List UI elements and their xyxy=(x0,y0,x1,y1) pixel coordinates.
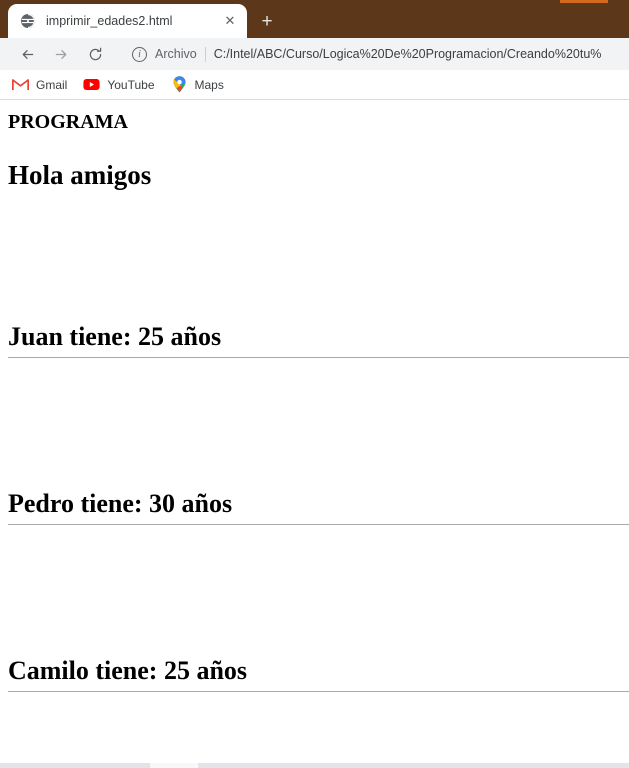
greeting-heading: Hola amigos xyxy=(8,160,152,190)
close-icon[interactable]: ✕ xyxy=(221,12,239,30)
address-bar[interactable]: i Archivo C:/Intel/ABC/Curso/Logica%20De… xyxy=(122,42,617,66)
browser-toolbar: i Archivo C:/Intel/ABC/Curso/Logica%20De… xyxy=(0,38,629,70)
bookmark-gmail[interactable]: Gmail xyxy=(10,74,75,96)
gmail-icon xyxy=(12,76,29,93)
reload-icon[interactable] xyxy=(82,41,108,67)
browser-tab[interactable]: imprimir_edades2.html ✕ xyxy=(8,4,247,38)
bookmark-maps[interactable]: Maps xyxy=(169,74,232,96)
page-content: PROGRAMA Hola amigos Juan tiene: 25 años… xyxy=(0,100,629,755)
url-text: C:/Intel/ABC/Curso/Logica%20De%20Program… xyxy=(213,47,602,61)
bookmark-label: YouTube xyxy=(107,77,155,92)
age-entry: Juan tiene: 25 años xyxy=(8,322,222,351)
taskbar-segment xyxy=(0,763,150,768)
youtube-icon xyxy=(83,76,100,93)
forward-icon[interactable] xyxy=(48,41,74,67)
maps-icon xyxy=(171,76,188,93)
taskbar-segment xyxy=(198,763,629,768)
page-title: PROGRAMA xyxy=(8,111,128,133)
new-tab-button[interactable]: + xyxy=(253,7,281,35)
horizontal-rule xyxy=(8,357,629,358)
horizontal-rule xyxy=(8,691,629,692)
scheme-label: Archivo xyxy=(155,47,197,61)
browser-window: imprimir_edades2.html ✕ + i Archivo C:/I… xyxy=(0,0,629,768)
tab-title: imprimir_edades2.html xyxy=(46,14,173,28)
age-entry: Camilo tiene: 25 años xyxy=(8,656,248,685)
globe-icon xyxy=(20,13,36,29)
back-icon[interactable] xyxy=(14,41,40,67)
bookmark-youtube[interactable]: YouTube xyxy=(81,74,162,96)
tab-strip: imprimir_edades2.html ✕ + xyxy=(0,0,629,38)
window-accent-edge xyxy=(560,0,608,3)
taskbar-segment xyxy=(150,763,198,768)
bookmark-label: Maps xyxy=(194,77,224,92)
horizontal-rule xyxy=(8,524,629,525)
bookmark-label: Gmail xyxy=(36,77,68,92)
omnibox-divider xyxy=(204,46,206,62)
taskbar xyxy=(0,763,629,768)
info-icon[interactable]: i xyxy=(132,46,147,62)
age-entry: Pedro tiene: 30 años xyxy=(8,489,233,518)
bookmarks-bar: Gmail YouTube Maps xyxy=(0,70,629,100)
